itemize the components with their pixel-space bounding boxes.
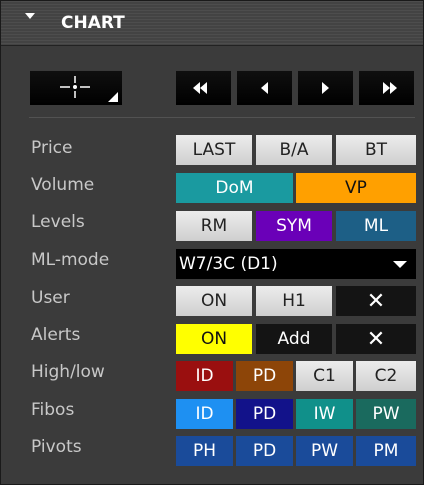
highlow-id-button[interactable]: ID (176, 361, 233, 391)
next-button[interactable] (298, 70, 353, 105)
row-label-fibos: Fibos (31, 400, 75, 420)
row-label-price: Price (31, 138, 73, 158)
user-h1-button[interactable]: H1 (256, 286, 332, 316)
previous-button[interactable] (237, 70, 292, 105)
chart-panel: CHART Price Volume Levels ML-mode User A… (0, 0, 424, 485)
highlow-pd-button[interactable]: PD (236, 361, 293, 391)
pivots-pw-button[interactable]: PW (296, 436, 353, 466)
highlow-c1-button[interactable]: C1 (296, 361, 353, 391)
row-label-ml-mode: ML-mode (31, 250, 110, 270)
row-label-high-low: High/low (31, 362, 105, 382)
row-label-pivots: Pivots (31, 437, 82, 457)
levels-rm-button[interactable]: RM (176, 211, 252, 241)
left-arrow-icon (261, 82, 268, 94)
row-label-levels: Levels (31, 212, 85, 232)
double-left-arrow-icon (193, 82, 207, 94)
pivots-ph-button[interactable]: PH (176, 436, 233, 466)
double-right-arrow-icon (383, 82, 397, 94)
crosshair-icon (60, 76, 118, 102)
row-label-user: User (31, 288, 70, 308)
user-on-button[interactable]: ON (176, 286, 252, 316)
fibos-pw-button[interactable]: PW (356, 399, 416, 429)
volume-vp-button[interactable]: VP (296, 173, 416, 203)
dropdown-arrow-icon (393, 261, 407, 268)
alerts-on-button[interactable]: ON (176, 324, 252, 354)
ml-mode-value: W7/3C (D1) (179, 254, 278, 274)
pivots-pm-button[interactable]: PM (356, 436, 416, 466)
fibos-id-button[interactable]: ID (176, 399, 233, 429)
divider (29, 117, 415, 118)
alerts-add-button[interactable]: Add (256, 324, 332, 354)
crosshair-button[interactable] (30, 70, 122, 105)
highlow-c2-button[interactable]: C2 (356, 361, 416, 391)
section-title: CHART (61, 13, 125, 33)
collapse-triangle-icon[interactable] (25, 13, 35, 19)
row-label-alerts: Alerts (31, 325, 81, 345)
row-label-volume: Volume (31, 175, 95, 195)
price-bt-button[interactable]: BT (336, 135, 416, 165)
user-close-button[interactable]: ✕ (336, 286, 416, 316)
fibos-pd-button[interactable]: PD (236, 399, 293, 429)
right-arrow-icon (322, 82, 329, 94)
pivots-pd-button[interactable]: PD (236, 436, 293, 466)
price-last-button[interactable]: LAST (176, 135, 252, 165)
ml-mode-select[interactable]: W7/3C (D1) (176, 249, 416, 279)
section-header[interactable]: CHART (1, 1, 423, 46)
fibos-iw-button[interactable]: IW (296, 399, 353, 429)
price-ba-button[interactable]: B/A (256, 135, 332, 165)
levels-sym-button[interactable]: SYM (256, 211, 332, 241)
volume-dom-button[interactable]: DoM (176, 173, 293, 203)
last-button[interactable] (359, 70, 414, 105)
first-button[interactable] (176, 70, 231, 105)
levels-ml-button[interactable]: ML (336, 211, 416, 241)
alerts-close-button[interactable]: ✕ (336, 324, 416, 354)
